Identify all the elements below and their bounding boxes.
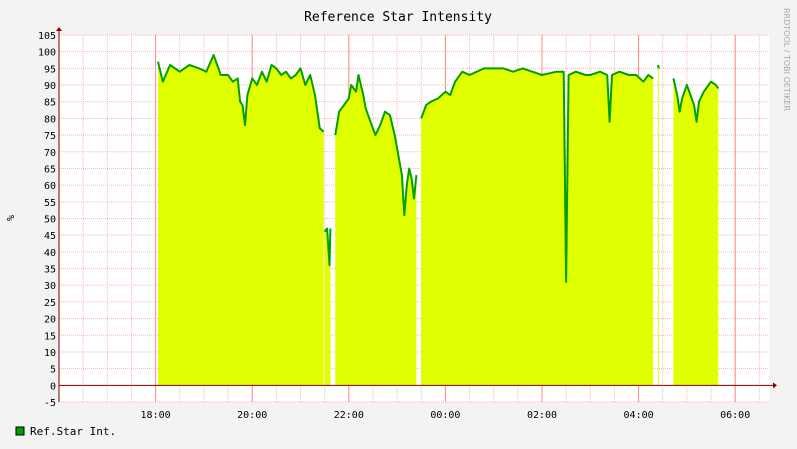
y-tick-label: 40 <box>44 248 56 259</box>
y-axis-arrow <box>56 27 62 31</box>
x-tick-label: 02:00 <box>527 410 557 421</box>
x-tick-label: 18:00 <box>141 410 171 421</box>
legend-label: Ref.Star Int. <box>30 425 116 438</box>
y-tick-label: 55 <box>44 198 56 209</box>
area-segment <box>158 55 324 386</box>
x-axis-arrow <box>773 382 777 389</box>
y-axis-label: % <box>6 215 17 221</box>
y-tick-label: 10 <box>44 348 56 359</box>
x-tick-label: 04:00 <box>624 410 654 421</box>
y-tick-label: 50 <box>44 215 56 226</box>
y-tick-label: 65 <box>44 164 56 175</box>
y-tick-label: 35 <box>44 265 56 276</box>
y-tick-label: 80 <box>44 114 56 125</box>
side-watermark: RRDTOOL / TOBI OETIKER <box>782 8 791 111</box>
y-tick-label: 15 <box>44 331 56 342</box>
x-tick-label: 20:00 <box>237 410 267 421</box>
area-segment <box>673 78 719 386</box>
area-segment <box>421 68 654 386</box>
chart-frame: 105 100 95 90 85 80 75 70 65 60 55 50 45 40 35 30 25 20 15… <box>0 0 797 449</box>
y-tick-label: 25 <box>44 298 56 309</box>
y-tick-label: 100 <box>38 48 56 59</box>
y-tick-label: 105 <box>38 31 56 42</box>
legend-swatch <box>15 426 25 436</box>
chart-svg: 1051009590858075706560555045403530252015… <box>6 8 791 438</box>
y-tick-label: 90 <box>44 81 56 92</box>
x-tick-label: 22:00 <box>334 410 364 421</box>
y-tick-label: 70 <box>44 148 56 159</box>
y-tick-label: -5 <box>44 398 56 409</box>
x-tick-label: 00:00 <box>430 410 460 421</box>
area-segment <box>657 65 659 386</box>
x-tick-label: 06:00 <box>720 410 750 421</box>
y-tick-label: 85 <box>44 98 56 109</box>
y-tick-label: 45 <box>44 231 56 242</box>
y-tick-label: 60 <box>44 181 56 192</box>
chart-title: Reference Star Intensity <box>304 10 492 25</box>
y-tick-label: 0 <box>50 381 56 392</box>
y-tick-label: 95 <box>44 64 56 75</box>
y-tick-label: 30 <box>44 281 56 292</box>
y-tick-label: 5 <box>50 365 56 376</box>
y-tick-label: 75 <box>44 131 56 142</box>
series-line-segment <box>656 64 660 69</box>
y-tick-label: 20 <box>44 315 56 326</box>
